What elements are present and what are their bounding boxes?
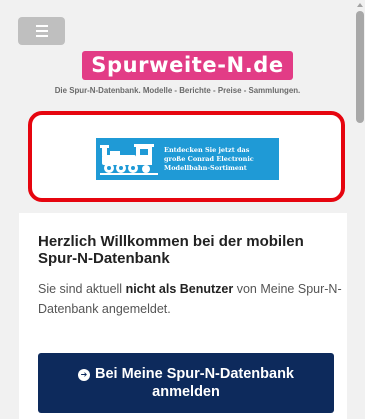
notice-prefix: Sie sind aktuell <box>38 282 126 296</box>
hamburger-icon-line <box>35 35 48 37</box>
arrow-circle-right-icon: ➔ <box>78 369 90 381</box>
site-tagline: Die Spur-N-Datenbank. Modelle - Berichte… <box>54 86 301 95</box>
ad-text-line: große Conrad Electronic <box>164 154 254 163</box>
ad-text: Entdecken Sie jetzt das große Conrad Ele… <box>164 146 254 173</box>
page: Spurweite-N.de Die Spur-N-Datenbank. Mod… <box>0 0 355 419</box>
notice-emphasis: nicht als Benutzer <box>125 282 234 296</box>
welcome-title: Herzlich Willkommen bei der mobilen Spur… <box>38 233 304 267</box>
scroll-up-arrow-icon[interactable] <box>357 3 363 7</box>
scrollbar[interactable] <box>355 0 365 419</box>
login-button-label: Bei Meine Spur-N-Datenbank anmelden <box>95 366 294 400</box>
locomotive-icon <box>100 144 158 175</box>
conrad-ad-banner[interactable]: Entdecken Sie jetzt das große Conrad Ele… <box>96 138 279 180</box>
hamburger-icon <box>35 25 48 27</box>
ad-text-line: Entdecken Sie jetzt das <box>164 145 250 154</box>
ad-text-line: Modellbahn-Sortiment <box>164 163 247 172</box>
site-logo[interactable]: Spurweite-N.de <box>82 51 293 80</box>
ad-frame: Entdecken Sie jetzt das große Conrad Ele… <box>28 111 345 202</box>
hamburger-icon-line <box>35 30 48 32</box>
login-status-notice: Sie sind aktuell nicht als Benutzer von … <box>38 279 343 319</box>
scrollbar-thumb[interactable] <box>356 11 364 123</box>
login-button[interactable]: ➔ Bei Meine Spur-N-Datenbank anmelden <box>38 353 334 413</box>
menu-button[interactable] <box>18 17 65 45</box>
welcome-card: Herzlich Willkommen bei der mobilen Spur… <box>19 213 347 419</box>
